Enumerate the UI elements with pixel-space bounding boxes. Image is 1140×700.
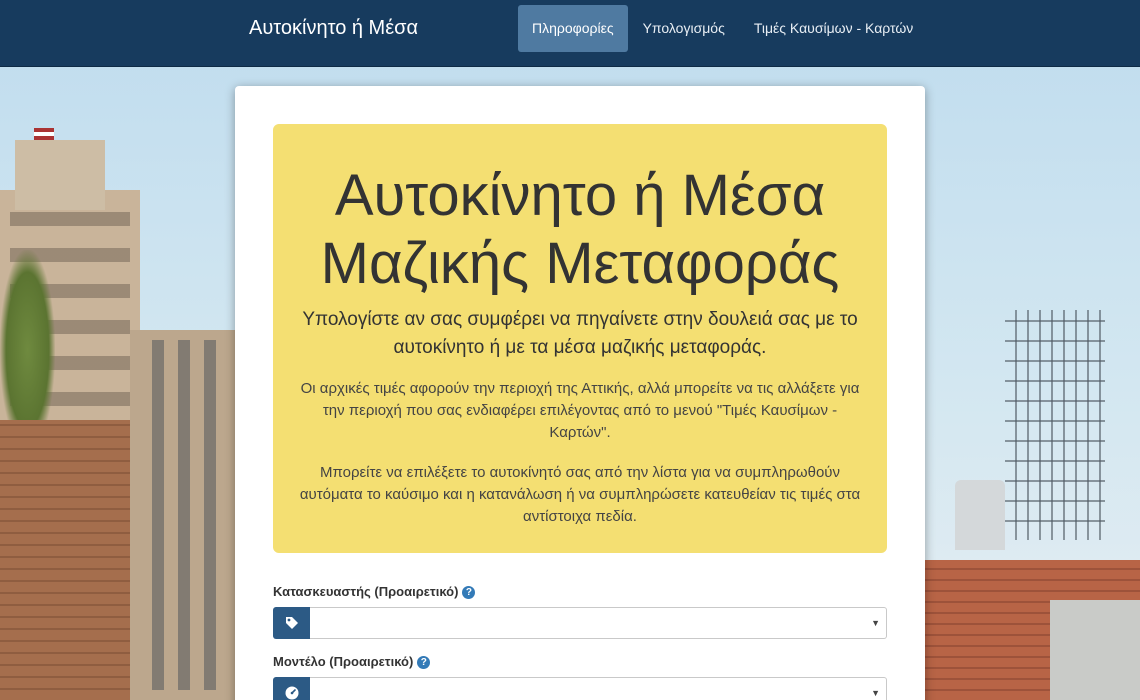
info-paragraph-car-select: Μπορείτε να επιλέξετε το αυτοκίνητό σας … [299,464,861,525]
dashboard-icon [273,677,310,700]
manufacturer-select[interactable]: ▼ [310,607,887,639]
manufacturer-group: Κατασκευαστής (Προαιρετικό)? ▼ [273,583,887,639]
navbar-brand[interactable]: Αυτοκίνητο ή Μέσα [249,17,418,40]
nav-item-prices: Τιμές Καυσίμων - Καρτών [740,5,928,52]
question-circle-icon[interactable]: ? [417,656,431,669]
manufacturer-label: Κατασκευαστής (Προαιρετικό)? [273,583,887,601]
nav-item-info: Πληροφορίες [518,5,629,52]
nav-link-fuel-card-prices[interactable]: Τιμές Καυσίμων - Καρτών [740,5,927,52]
top-navbar: Αυτοκίνητο ή Μέσα Πληροφορίες Υπολογισμό… [0,0,1140,67]
model-input-group: ▼ [273,677,887,700]
manufacturer-input-group: ▼ [273,607,887,639]
chevron-down-icon: ▼ [871,618,880,628]
chevron-down-icon: ▼ [871,688,880,698]
page-title-line1: Αυτοκίνητο ή Μέσα [334,163,826,228]
manufacturer-label-text: Κατασκευαστής (Προαιρετικό) [273,584,459,599]
nav-link-calculation[interactable]: Υπολογισμός [629,5,739,52]
model-label-text: Μοντέλο (Προαιρετικό) [273,654,414,669]
question-circle-icon[interactable]: ? [462,586,476,599]
page-title: Αυτοκίνητο ή Μέσα Μαζικής Μεταφοράς [293,162,867,298]
nav-item-calculation: Υπολογισμός [629,5,740,52]
nav-link-info[interactable]: Πληροφορίες [518,5,628,52]
model-select[interactable]: ▼ [310,677,887,700]
lead-text: Υπολογίστε αν σας συμφέρει να πηγαίνετε … [302,309,858,358]
model-group: Μοντέλο (Προαιρετικό)? ▼ [273,653,887,700]
jumbotron: Αυτοκίνητο ή Μέσα Μαζικής Μεταφοράς Υπολ… [273,124,887,553]
info-paragraph-region: Οι αρχικές τιμές αφορούν την περιοχή της… [300,380,860,441]
tag-icon [273,607,310,639]
nav-menu: Πληροφορίες Υπολογισμός Τιμές Καυσίμων -… [518,5,928,52]
main-card: Αυτοκίνητο ή Μέσα Μαζικής Μεταφοράς Υπολ… [235,86,925,700]
page-title-line2: Μαζικής Μεταφοράς [320,231,840,296]
model-label: Μοντέλο (Προαιρετικό)? [273,653,887,671]
